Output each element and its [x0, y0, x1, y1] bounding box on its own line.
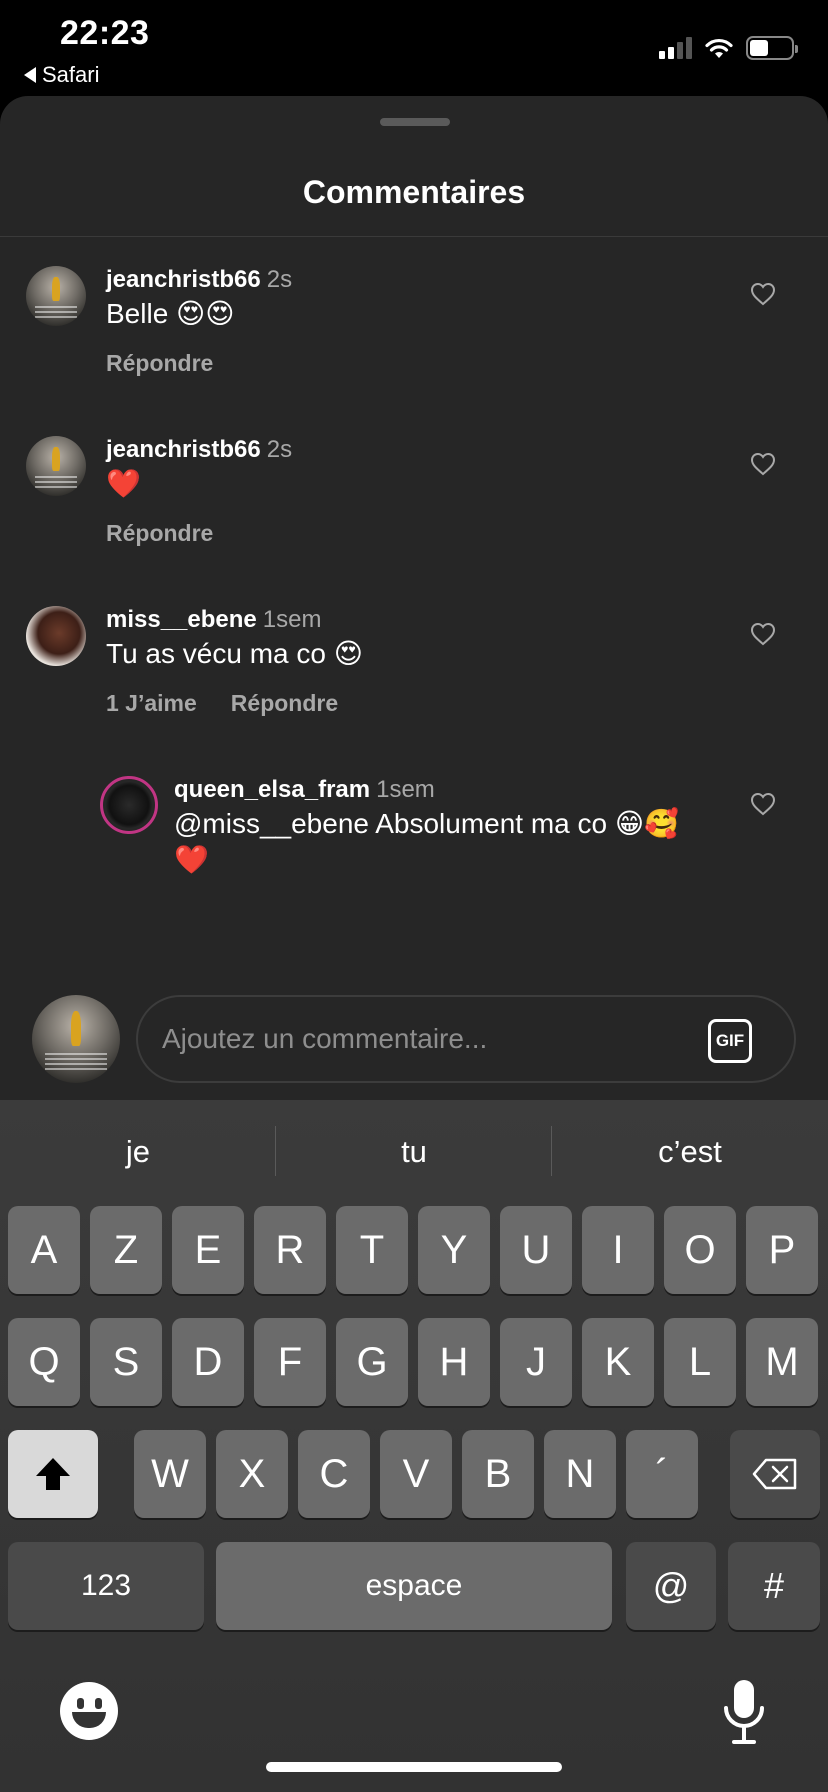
comment-composer: GIF — [0, 975, 828, 1100]
avatar[interactable] — [26, 266, 86, 326]
sheet-title: Commentaires — [302, 174, 526, 210]
letter-key[interactable]: Z — [90, 1206, 162, 1294]
shift-key[interactable] — [8, 1430, 98, 1518]
comment-time: 2s — [266, 266, 293, 293]
back-app-label: Safari — [42, 62, 100, 87]
avatar[interactable] — [26, 436, 86, 496]
letter-key[interactable]: W — [134, 1430, 206, 1518]
letter-key[interactable]: ´ — [626, 1430, 698, 1518]
letter-key[interactable]: S — [90, 1318, 162, 1406]
space-key[interactable]: espace — [216, 1542, 612, 1630]
suggestion-item[interactable]: c’est — [552, 1100, 828, 1204]
comment-input[interactable] — [162, 1013, 662, 1065]
letter-key[interactable]: X — [216, 1430, 288, 1518]
letter-key[interactable]: T — [336, 1206, 408, 1294]
comment-text: ❤️ — [106, 468, 141, 499]
letter-key[interactable]: Y — [418, 1206, 490, 1294]
letter-key[interactable]: C — [298, 1430, 370, 1518]
cellular-signal-icon — [659, 37, 692, 59]
letter-key[interactable]: R — [254, 1206, 326, 1294]
comment-text: Belle 😍😍 — [106, 298, 235, 329]
letter-key[interactable]: V — [380, 1430, 452, 1518]
heart-icon[interactable] — [750, 792, 776, 816]
letter-key[interactable]: F — [254, 1318, 326, 1406]
letter-key[interactable]: J — [500, 1318, 572, 1406]
emoji-keyboard-icon[interactable] — [60, 1682, 118, 1740]
avatar-story-ring[interactable] — [100, 776, 158, 834]
comment-text: Tu as vécu ma co 😍 — [106, 638, 363, 669]
letter-key[interactable]: B — [462, 1430, 534, 1518]
comment-username[interactable]: miss__ebene — [106, 606, 257, 633]
comment-username[interactable]: jeanchristb66 — [106, 436, 261, 463]
suggestion-item[interactable]: je — [0, 1100, 276, 1204]
gif-button[interactable]: GIF — [708, 1019, 752, 1063]
suggestion-item[interactable]: tu — [276, 1100, 552, 1204]
likes-count[interactable]: 1 J’aime — [106, 690, 197, 717]
comment-username[interactable]: queen_elsa_fram — [174, 776, 370, 803]
letter-key[interactable]: D — [172, 1318, 244, 1406]
letter-key[interactable]: N — [544, 1430, 616, 1518]
comment-time: 2s — [266, 436, 293, 463]
status-icons — [659, 36, 798, 60]
letter-key[interactable]: E — [172, 1206, 244, 1294]
letter-key[interactable]: Q — [8, 1318, 80, 1406]
letter-key[interactable]: U — [500, 1206, 572, 1294]
clock: 22:23 — [60, 14, 150, 52]
letter-key[interactable]: P — [746, 1206, 818, 1294]
letter-key[interactable]: A — [8, 1206, 80, 1294]
comment-input-box[interactable]: GIF — [136, 995, 796, 1083]
letter-key[interactable]: K — [582, 1318, 654, 1406]
letter-key[interactable]: G — [336, 1318, 408, 1406]
letter-key[interactable]: O — [664, 1206, 736, 1294]
keyboard: je tu c’est A Z E R T Y U I O P Q S D F G H J K L M W X C V B N ´ … — [0, 1100, 828, 1792]
letter-key[interactable]: I — [582, 1206, 654, 1294]
back-arrow-icon — [24, 67, 36, 83]
comment-time: 1sem — [262, 606, 322, 633]
status-bar: 22:23 Safari — [0, 0, 828, 96]
letter-key[interactable]: L — [664, 1318, 736, 1406]
letter-key[interactable]: H — [418, 1318, 490, 1406]
divider — [551, 1126, 552, 1176]
comment-text: @miss__ebene Absolument ma co 😁🥰 — [174, 808, 679, 839]
heart-icon[interactable] — [750, 452, 776, 476]
heart-icon[interactable] — [750, 282, 776, 306]
letter-key[interactable]: M — [746, 1318, 818, 1406]
my-avatar — [32, 995, 120, 1083]
hash-key[interactable]: # — [728, 1542, 820, 1630]
numbers-key[interactable]: 123 — [8, 1542, 204, 1630]
comments-sheet: Commentaires jeanchristb66 2s Belle 😍😍 Ré… — [0, 96, 828, 1100]
microphone-icon[interactable] — [720, 1678, 768, 1748]
comment-text-line2: ❤️ — [174, 844, 209, 875]
comment-time: 1sem — [376, 776, 435, 803]
backspace-icon — [752, 1458, 797, 1490]
avatar[interactable] — [26, 606, 86, 666]
delete-key[interactable] — [730, 1430, 820, 1518]
reply-button[interactable]: Répondre — [106, 520, 213, 547]
back-to-safari[interactable]: Safari — [24, 62, 99, 88]
comment-username[interactable]: jeanchristb66 — [106, 266, 261, 293]
reply-button[interactable]: Répondre — [106, 350, 213, 377]
divider — [275, 1126, 276, 1176]
divider — [0, 236, 828, 237]
shift-icon — [36, 1458, 70, 1490]
reply-button[interactable]: Répondre — [231, 690, 338, 717]
suggestions-bar: je tu c’est — [0, 1100, 828, 1204]
home-indicator[interactable] — [266, 1762, 562, 1772]
sheet-grabber[interactable] — [380, 118, 450, 126]
battery-icon — [746, 36, 798, 60]
wifi-icon — [705, 38, 733, 58]
at-key[interactable]: @ — [626, 1542, 716, 1630]
heart-icon[interactable] — [750, 622, 776, 646]
